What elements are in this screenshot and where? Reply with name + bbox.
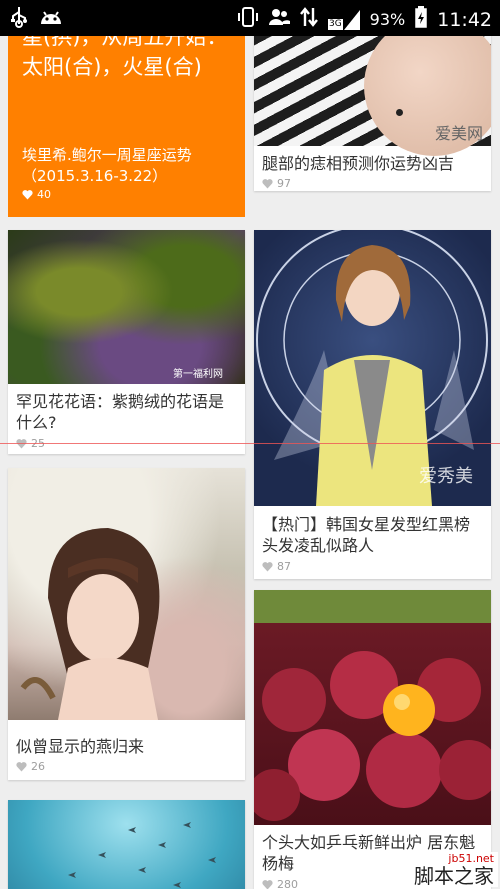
battery-percent: 93% [369,10,406,29]
battery-icon [415,6,427,33]
site-watermark-name: 脚本之家 [414,864,494,888]
card-title: 腿部的痣相预测你运势凶吉 [262,154,455,173]
headline-line-1: 星(拱)，从周五开始： [22,36,228,49]
article-image: 爱秀美 [254,230,491,506]
network-type-label: 3G [327,18,343,30]
image-watermark: 第一福利网 [173,369,223,380]
heart-icon [22,190,33,200]
like-count: 87 [262,560,291,573]
headline-line-2: 太阳(合)，火星(合) [22,55,202,79]
like-count-value: 97 [277,177,291,190]
image-watermark: 爱美网 [434,124,483,143]
article-card-horoscope[interactable]: 星(拱)，从周五开始： 太阳(合)，火星(合) 埃里希.鲍尔一周星座运势（201… [8,36,245,217]
network-signal-icon: 3G [327,9,360,30]
data-transfer-icon [300,6,318,33]
vibrate-icon [237,6,258,33]
article-image [8,800,245,889]
article-feed[interactable]: 星(拱)，从周五开始： 太阳(合)，火星(合) 埃里希.鲍尔一周星座运势（201… [0,36,500,889]
article-card-swallow[interactable]: 似曾显示的燕归来 26 [8,468,245,780]
article-image [8,468,245,720]
article-card-korean-star[interactable]: 爱秀美 【热门】韩国女星发型红黑榜头发凌乱似路人 87 [254,230,491,579]
usb-icon [10,6,28,32]
like-count: 26 [16,760,45,773]
like-count-value: 26 [31,760,45,773]
like-count-value: 40 [37,188,51,201]
article-image: 爱美网 [254,36,491,156]
article-image: 第一福利网 [8,230,245,384]
android-icon [38,6,64,32]
image-watermark: 爱秀美 [419,466,473,487]
article-card-bayberry[interactable]: 个头大如乒乓新鲜出炉 居东魁杨梅 280 [254,590,491,889]
card-title: 似曾显示的燕归来 [16,737,145,756]
card-title: 【热门】韩国女星发型红黑榜头发凌乱似路人 [262,515,471,555]
divider-line [0,443,500,444]
article-card-purple-velvet[interactable]: 第一福利网 罕见花花语：紫鹅绒的花语是什么? 25 [8,230,245,454]
like-count-value: 280 [277,878,298,889]
site-watermark: jb51.net 脚本之家 [410,852,498,887]
heart-icon [262,880,273,889]
like-count: 280 [262,878,298,889]
article-card-leg-mole[interactable]: 爱美网 腿部的痣相预测你运势凶吉 97 [254,36,491,191]
card-title: 埃里希.鲍尔一周星座运势（2015.3.16-3.22） [22,146,192,185]
status-bar: 3G 93% 11:42 [0,0,500,36]
article-image [254,590,491,825]
like-count: 97 [262,177,291,190]
card-headline: 星(拱)，从周五开始： 太阳(合)，火星(合) [22,36,227,82]
like-count: 40 [22,188,51,201]
clock: 11:42 [437,8,492,31]
heart-icon [262,179,273,189]
like-count-value: 87 [277,560,291,573]
heart-icon [262,562,273,572]
card-title: 罕见花花语：紫鹅绒的花语是什么? [16,392,225,432]
contacts-icon [268,7,290,32]
article-card-ocean[interactable] [8,800,245,889]
heart-icon [16,762,27,772]
